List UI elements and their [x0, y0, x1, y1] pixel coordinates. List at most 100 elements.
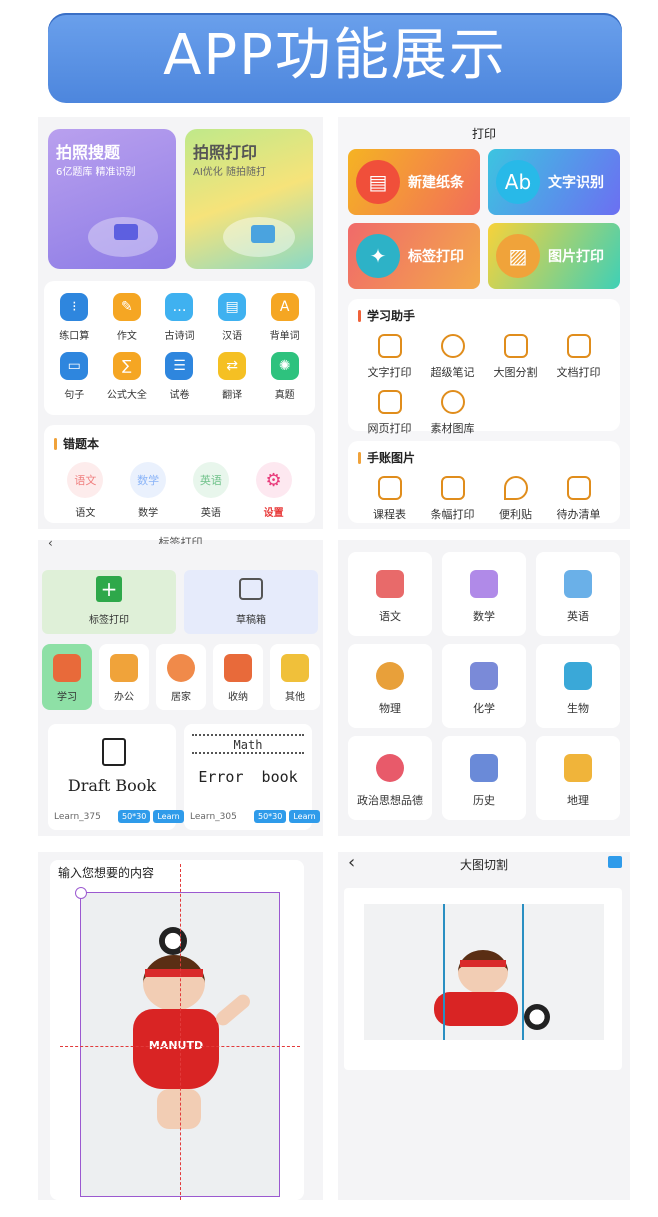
split-line[interactable] [522, 904, 524, 1040]
category-storage[interactable]: 收纳 [213, 644, 263, 710]
split-image-button[interactable]: 大图分割 [484, 334, 547, 380]
template-draft-book[interactable]: Draft Book Learn_375 50*30 Learn [48, 724, 184, 830]
label-print-header: 标签打印 [158, 536, 203, 544]
tool-composition[interactable]: ✎ 作文 [101, 293, 154, 342]
tool-label: 超级笔记 [430, 366, 475, 379]
gear-icon: ⚙ [255, 462, 292, 498]
tool-label: 汉语 [222, 331, 243, 342]
rotate-handle-icon[interactable] [75, 887, 87, 899]
new-label-button[interactable]: + 标签打印 [42, 570, 176, 634]
chat-icon: … [165, 293, 194, 321]
ruler-pencil-icon [564, 754, 592, 782]
tool-translate[interactable]: ⇄ 翻译 [206, 352, 259, 401]
subject-chinese[interactable]: 语文 [348, 552, 432, 636]
photo-print-card[interactable]: 拍照打印 AI优化 随拍随打 [185, 129, 313, 269]
subject-grid: 语文 数学 英语 物理 化学 生物 政治思想品德 历史 地理 [348, 552, 620, 820]
tool-poetry[interactable]: … 古诗词 [153, 293, 206, 342]
subject-physics[interactable]: 物理 [348, 644, 432, 728]
template-error-book[interactable]: Math Error book Learn_305 50*30 Learn [184, 724, 320, 830]
tool-label: 公式大全 [106, 390, 147, 401]
category-other[interactable]: 其他 [270, 644, 320, 710]
lab-stand-icon [470, 662, 498, 690]
drafts-button[interactable]: 草稿箱 [184, 570, 318, 634]
rocket-icon [440, 334, 465, 358]
label-print-button[interactable]: ✦ 标签打印 [348, 223, 480, 289]
mistake-chinese[interactable]: 语文 语文 [67, 462, 104, 519]
tool-label: 待办清单 [556, 508, 601, 521]
vertical-guide [180, 864, 181, 1200]
book-icon: ▤ [218, 293, 247, 321]
sticky-note-button[interactable]: 便利贴 [484, 476, 547, 522]
web-print-button[interactable]: 网页打印 [358, 390, 421, 436]
ocr-button[interactable]: Ab 文字识别 [488, 149, 620, 215]
subject-politics[interactable]: 政治思想品德 [348, 736, 432, 820]
subject-math[interactable]: 数学 [442, 552, 526, 636]
headband [460, 960, 506, 967]
tool-calc[interactable]: ⁝ 练口算 [48, 293, 101, 342]
func-label: 标签打印 [408, 249, 464, 265]
category-label: 居家 [171, 692, 191, 703]
subject-chemistry[interactable]: 化学 [442, 644, 526, 728]
tool-chinese[interactable]: ▤ 汉语 [206, 293, 259, 342]
doc-print-button[interactable]: 文档打印 [547, 334, 610, 380]
flame-icon [503, 476, 528, 500]
split-line[interactable] [443, 904, 445, 1040]
category-study[interactable]: 学习 [42, 644, 92, 710]
new-note-button[interactable]: ▤ 新建纸条 [348, 149, 480, 215]
super-notes-button[interactable]: 超级笔记 [421, 334, 484, 380]
photo-search-subtitle: 6亿题库 精准识别 [56, 167, 136, 178]
tools-grid: ⁝ 练口算 ✎ 作文 … 古诗词 ▤ 汉语 A 背单词 ▭ 句子 ∑ 公式大全 ☰ 试卷 ⇄ 翻译… [44, 281, 315, 415]
subject-biology[interactable]: 生物 [536, 644, 620, 728]
printer-icon [251, 225, 275, 243]
mistakes-title-text: 错题本 [63, 437, 100, 451]
subject-label: 化学 [473, 702, 495, 715]
subject-history[interactable]: 历史 [442, 736, 526, 820]
tool-real-exam[interactable]: ✺ 真题 [258, 352, 311, 401]
material-library-button[interactable]: 素材图库 [421, 390, 484, 436]
atom-icon: ✺ [270, 352, 299, 380]
photo-print-title: 拍照打印 [193, 143, 258, 162]
image-print-button[interactable]: ▨ 图片打印 [488, 223, 620, 289]
headband [145, 969, 203, 977]
subject-label: 历史 [473, 794, 495, 807]
ball-icon [159, 927, 187, 955]
english-badge-icon: 英语 [192, 462, 229, 498]
category-label: 办公 [114, 692, 134, 703]
flag-icon [440, 476, 465, 500]
category-home[interactable]: 居家 [156, 644, 206, 710]
settings-button[interactable]: ⚙ 设置 [255, 462, 292, 519]
study-title: 学习助手 [358, 307, 610, 324]
tool-sentence[interactable]: ▭ 句子 [48, 352, 101, 401]
subject-geography[interactable]: 地理 [536, 736, 620, 820]
tool-label: 文字打印 [367, 366, 412, 379]
category-row: 学习 办公 居家 收纳 其他 [42, 644, 320, 714]
formula-icon: ∑ [112, 352, 141, 380]
mistake-math[interactable]: 数学 数学 [130, 462, 167, 519]
tool-label: 素材图库 [430, 422, 475, 435]
print-title: 打印 [471, 127, 496, 141]
tool-paper[interactable]: ☰ 试卷 [153, 352, 206, 401]
category-label: 收纳 [228, 692, 248, 703]
panel-home: 拍照搜题 6亿题库 精准识别 拍照打印 AI优化 随拍随打 ⁝ 练口算 ✎ 作文 …… [38, 117, 323, 529]
split-canvas [344, 888, 622, 1070]
subject-english[interactable]: 英语 [536, 552, 620, 636]
panel-subjects: 语文 数学 英语 物理 化学 生物 政治思想品德 历史 地理 [338, 540, 630, 836]
banner-print-button[interactable]: 条幅打印 [421, 476, 484, 522]
schedule-button[interactable]: 课程表 [358, 476, 421, 522]
todo-list-button[interactable]: 待办清单 [547, 476, 610, 522]
jar-icon [281, 654, 309, 682]
text-print-button[interactable]: 文字打印 [358, 334, 421, 380]
tool-formula[interactable]: ∑ 公式大全 [101, 352, 154, 401]
template-code: Learn_305 [190, 812, 237, 822]
split-title: 大图切割 [459, 858, 508, 872]
tool-words[interactable]: A 背单词 [258, 293, 311, 342]
subject-label: 英语 [567, 610, 589, 623]
baby-head [143, 955, 205, 1011]
mistake-english[interactable]: 英语 英语 [192, 462, 229, 519]
calc-icon: ⁝ [60, 293, 89, 321]
note-icon: ▤ [356, 160, 400, 204]
photo-search-card[interactable]: 拍照搜题 6亿题库 精准识别 [48, 129, 176, 269]
section-bar [358, 451, 361, 464]
printer-icon[interactable] [608, 856, 622, 868]
category-office[interactable]: 办公 [99, 644, 149, 710]
